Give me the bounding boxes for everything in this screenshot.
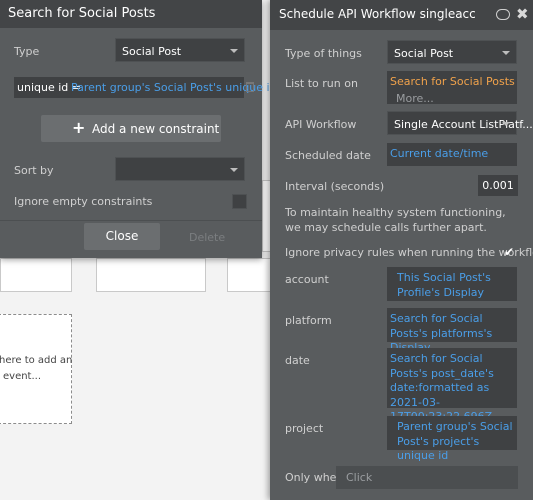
api-workflow-value: Single Account ListPlatf...: [394, 118, 533, 131]
chevron-down-icon: [502, 122, 510, 126]
scheduled-date-expression[interactable]: Current date/time: [390, 147, 488, 162]
canvas-card-right: [227, 258, 271, 292]
plus-icon: +: [72, 118, 86, 137]
list-to-run-field[interactable]: Search for Social Posts More...: [387, 71, 517, 105]
account-field[interactable]: This Social Post's Profile's Display: [387, 267, 517, 301]
sort-by-label: Sort by: [14, 164, 54, 177]
chevron-down-icon: [502, 51, 510, 55]
schedule-api-workflow-panel: Schedule API Workflow singleacco ✖ Type …: [270, 0, 533, 500]
event-drop-area[interactable]: here to add an event...: [0, 314, 72, 424]
schedule-panel-title: Schedule API Workflow singleacco: [279, 7, 475, 21]
drop-area-text-2: event...: [3, 371, 42, 382]
ignore-empty-label: Ignore empty constraints: [14, 195, 153, 208]
trash-icon[interactable]: [246, 82, 254, 92]
ignore-empty-checkbox[interactable]: [232, 194, 247, 209]
ignore-privacy-label: Ignore privacy rules when running the wo…: [285, 246, 533, 259]
only-when-placeholder: Click: [346, 471, 373, 484]
type-dropdown-value: Social Post: [122, 45, 182, 58]
comment-icon[interactable]: [496, 9, 510, 20]
scheduled-date-label: Scheduled date: [285, 149, 371, 162]
close-button[interactable]: Close: [84, 223, 160, 250]
sort-by-dropdown[interactable]: [115, 157, 245, 181]
type-of-things-dropdown[interactable]: Social Post: [387, 40, 517, 64]
interval-input[interactable]: 0.001: [478, 175, 518, 196]
api-workflow-dropdown[interactable]: Single Account ListPlatf...: [387, 111, 533, 135]
chevron-down-icon: [230, 168, 238, 172]
schedule-panel-header: Schedule API Workflow singleacco ✖: [270, 0, 533, 30]
add-constraint-label: Add a new constraint: [92, 122, 220, 136]
interval-label: Interval (seconds): [285, 180, 385, 193]
project-field[interactable]: Parent group's Social Post's project's u…: [387, 416, 517, 462]
only-when-field[interactable]: Click: [336, 466, 518, 489]
search-panel-header: Search for Social Posts: [0, 0, 262, 28]
account-expression[interactable]: This Social Post's Profile's Display: [397, 271, 515, 300]
type-of-things-label: Type of things: [285, 47, 362, 60]
delete-button[interactable]: Delete: [189, 231, 225, 244]
constraint-row[interactable]: unique id = Parent group's Social Post's…: [14, 77, 277, 98]
date-field[interactable]: Search for Social Posts's post_date's da…: [387, 348, 517, 423]
search-panel: Search for Social Posts Type Social Post…: [0, 0, 277, 258]
platform-field[interactable]: Search for Social Posts's platforms's Di…: [387, 308, 517, 354]
date-label: date: [285, 354, 310, 367]
checkmark-icon[interactable]: ✔: [504, 245, 514, 259]
canvas-card-left: [0, 258, 72, 292]
scheduled-date-field[interactable]: Current date/time: [387, 143, 517, 166]
api-workflow-label: API Workflow: [285, 118, 357, 131]
project-expression[interactable]: Parent group's Social Post's project's u…: [397, 420, 515, 464]
panel-divider: [0, 220, 262, 221]
scheduling-note: To maintain healthy system functioning, …: [285, 206, 506, 234]
list-to-run-label: List to run on: [285, 77, 358, 90]
chevron-down-icon: [230, 49, 238, 53]
close-icon[interactable]: ✖: [516, 5, 529, 23]
platform-label: platform: [285, 314, 332, 327]
more-link[interactable]: More...: [396, 92, 434, 105]
type-label: Type: [14, 45, 40, 58]
search-panel-title: Search for Social Posts: [8, 6, 156, 21]
list-to-run-expression[interactable]: Search for Social Posts: [390, 75, 515, 90]
add-constraint-button[interactable]: + Add a new constraint: [41, 115, 221, 142]
date-expression[interactable]: Search for Social Posts's post_date's da…: [390, 352, 508, 425]
type-of-things-value: Social Post: [394, 47, 454, 60]
canvas-card-middle: [96, 258, 206, 292]
account-label: account: [285, 273, 329, 286]
type-dropdown[interactable]: Social Post: [115, 38, 245, 62]
drop-area-text-1: here to add an: [0, 355, 73, 366]
project-label: project: [285, 422, 324, 435]
only-when-label: Only when: [285, 471, 344, 484]
